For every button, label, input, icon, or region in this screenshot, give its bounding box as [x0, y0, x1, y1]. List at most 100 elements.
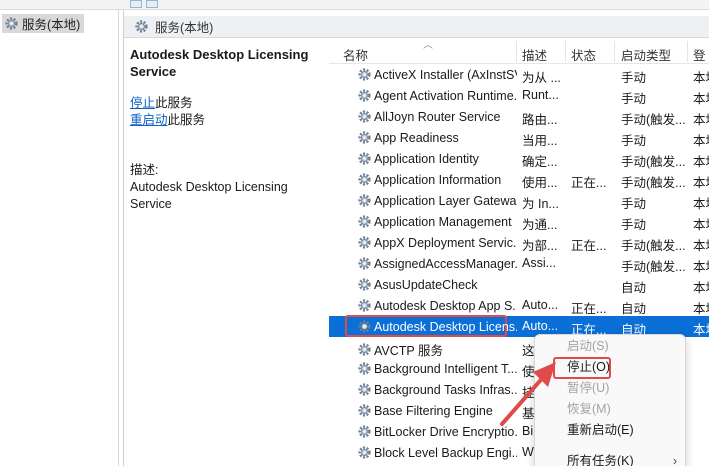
context-menu-item: 暂停(U) — [535, 378, 687, 399]
gear-icon — [357, 88, 372, 103]
service-logon: 本地 — [693, 239, 709, 253]
service-name-text: Autodesk Desktop Licens... — [374, 319, 517, 334]
menu-item-label: 所有任务(K) — [567, 454, 634, 466]
service-name-text: ActiveX Installer (AxInstSV) — [374, 67, 517, 82]
service-row[interactable]: Application Layer Gatewa... 为 In... 手动 本地 — [329, 190, 709, 211]
service-logon: 本地 — [693, 197, 709, 211]
gear-icon — [357, 67, 372, 82]
service-logon: 本地 — [693, 302, 709, 316]
service-name: AssignedAccessManager... — [357, 256, 517, 271]
service-row[interactable]: Application Information 使用... 正在... 手动(触发..… — [329, 169, 709, 190]
gear-icon — [357, 256, 372, 271]
context-menu-item[interactable]: 重新启动(E) — [535, 420, 687, 441]
gear-icon — [357, 151, 372, 166]
toolbar-extended-tab[interactable] — [130, 0, 142, 8]
service-row[interactable]: AppX Deployment Servic... 为部... 正在... 手动(触发… — [329, 232, 709, 253]
service-logon: 本地 — [693, 92, 709, 106]
service-startup-type: 手动 — [621, 197, 647, 211]
service-name-text: AVCTP 服务 — [374, 344, 443, 358]
menu-item-label: 重新启动(E) — [567, 423, 634, 437]
column-divider[interactable] — [565, 41, 566, 62]
service-description: 为从 ... — [522, 71, 561, 85]
column-divider[interactable] — [516, 41, 517, 62]
stop-service-link[interactable]: 停止 — [130, 96, 155, 110]
context-menu-item: 恢复(M) — [535, 399, 687, 420]
tree-item-label: 服务(本地) — [22, 18, 81, 32]
gear-icon — [134, 19, 149, 34]
service-name: Application Information — [357, 172, 517, 187]
service-logon: 本地 — [693, 71, 709, 85]
service-logon: 本地 — [693, 281, 709, 295]
service-status: 正在... — [571, 176, 607, 190]
services-window: 服务(本地) 服务(本地) Autodesk Desktop Licensing… — [0, 0, 709, 466]
column-logon-as[interactable]: 登 — [693, 45, 706, 64]
service-startup-type: 手动 — [621, 92, 647, 106]
gear-icon — [357, 130, 372, 145]
context-menu-item[interactable]: 所有任务(K) › — [535, 451, 687, 466]
column-divider[interactable] — [614, 41, 615, 62]
gear-icon — [357, 382, 372, 397]
service-logon: 本地 — [693, 323, 709, 337]
gear-icon — [357, 235, 372, 250]
service-logon: 本地 — [693, 260, 709, 274]
service-description: Runt... — [522, 88, 559, 102]
service-startup-type: 手动 — [621, 71, 647, 85]
service-row[interactable]: AsusUpdateCheck 自动 本地 — [329, 274, 709, 295]
service-row[interactable]: AssignedAccessManager... Assi... 手动(触发... 本… — [329, 253, 709, 274]
column-name[interactable]: 名称 — [343, 45, 368, 64]
service-row[interactable]: Application Management 为通... 手动 本地 — [329, 211, 709, 232]
service-startup-type: 手动(触发... — [621, 176, 686, 190]
context-menu-item: 启动(S) — [535, 336, 687, 357]
service-description: 为 In... — [522, 197, 559, 211]
column-status[interactable]: 状态 — [571, 45, 596, 64]
menu-item-label: 恢复(M) — [567, 402, 611, 416]
gear-icon — [357, 424, 372, 439]
service-name-text: Base Filtering Engine — [374, 403, 493, 418]
gear-icon — [357, 214, 372, 229]
service-name: Agent Activation Runtime... — [357, 88, 517, 103]
service-logon: 本地 — [693, 176, 709, 190]
service-status: 正在... — [571, 239, 607, 253]
column-divider[interactable] — [687, 41, 688, 62]
service-actions: 停止此服务 重启动此服务 — [130, 95, 330, 129]
service-row[interactable]: App Readiness 当用... 手动 本地 — [329, 127, 709, 148]
service-name-text: Application Layer Gatewa... — [374, 193, 517, 208]
service-name: Application Management — [357, 214, 517, 229]
service-name-text: AppX Deployment Servic... — [374, 235, 517, 250]
restart-suffix: 此服务 — [167, 113, 206, 127]
pane-header: 服务(本地) — [124, 16, 709, 38]
gear-icon — [357, 109, 372, 124]
service-name: Autodesk Desktop Licens... — [357, 319, 517, 334]
service-name: Application Layer Gatewa... — [357, 193, 517, 208]
column-description[interactable]: 描述 — [522, 45, 547, 64]
console-tree: 服务(本地) — [0, 10, 119, 466]
context-menu: 启动(S) 停止(O) 暂停(U) 恢复(M) 重新启动(E) 所有任务(K) › — [534, 334, 686, 466]
service-name: Autodesk Desktop App S... — [357, 298, 517, 313]
service-name: Block Level Backup Engi... — [357, 445, 517, 460]
service-name: Background Intelligent T... — [357, 361, 517, 376]
service-row[interactable]: Autodesk Desktop App S... Auto... 正在... 自动 本… — [329, 295, 709, 316]
service-startup-type: 自动 — [621, 281, 647, 295]
column-startup-type[interactable]: 启动类型 — [621, 45, 671, 64]
service-startup-type: 手动(触发... — [621, 260, 686, 274]
service-name-text: App Readiness — [374, 130, 459, 145]
service-startup-type: 手动(触发... — [621, 113, 686, 127]
service-row[interactable]: Agent Activation Runtime... Runt... 手动 本地 — [329, 85, 709, 106]
service-description: Assi... — [522, 256, 557, 270]
service-name-text: AsusUpdateCheck — [374, 277, 478, 292]
service-description: Auto... — [522, 298, 559, 312]
toolbar-standard-tab[interactable] — [146, 0, 158, 8]
service-name-text: Background Intelligent T... — [374, 361, 517, 376]
gear-icon — [357, 445, 372, 460]
service-description: 使用... — [522, 176, 558, 190]
service-name: BitLocker Drive Encryptio... — [357, 424, 517, 439]
context-menu-item[interactable]: 停止(O) — [535, 357, 687, 378]
restart-service-link[interactable]: 重启动 — [130, 113, 168, 127]
service-row[interactable]: AllJoyn Router Service 路由... 手动(触发... 本地 — [329, 106, 709, 127]
toolbar-strip — [0, 0, 709, 10]
service-row[interactable]: Application Identity 确定... 手动(触发... 本地 — [329, 148, 709, 169]
service-startup-type: 自动 — [621, 302, 647, 316]
service-name: AsusUpdateCheck — [357, 277, 517, 292]
service-row[interactable]: ActiveX Installer (AxInstSV) 为从 ... 手动 本地 — [329, 64, 709, 85]
tree-item-services-local[interactable]: 服务(本地) — [2, 14, 85, 33]
